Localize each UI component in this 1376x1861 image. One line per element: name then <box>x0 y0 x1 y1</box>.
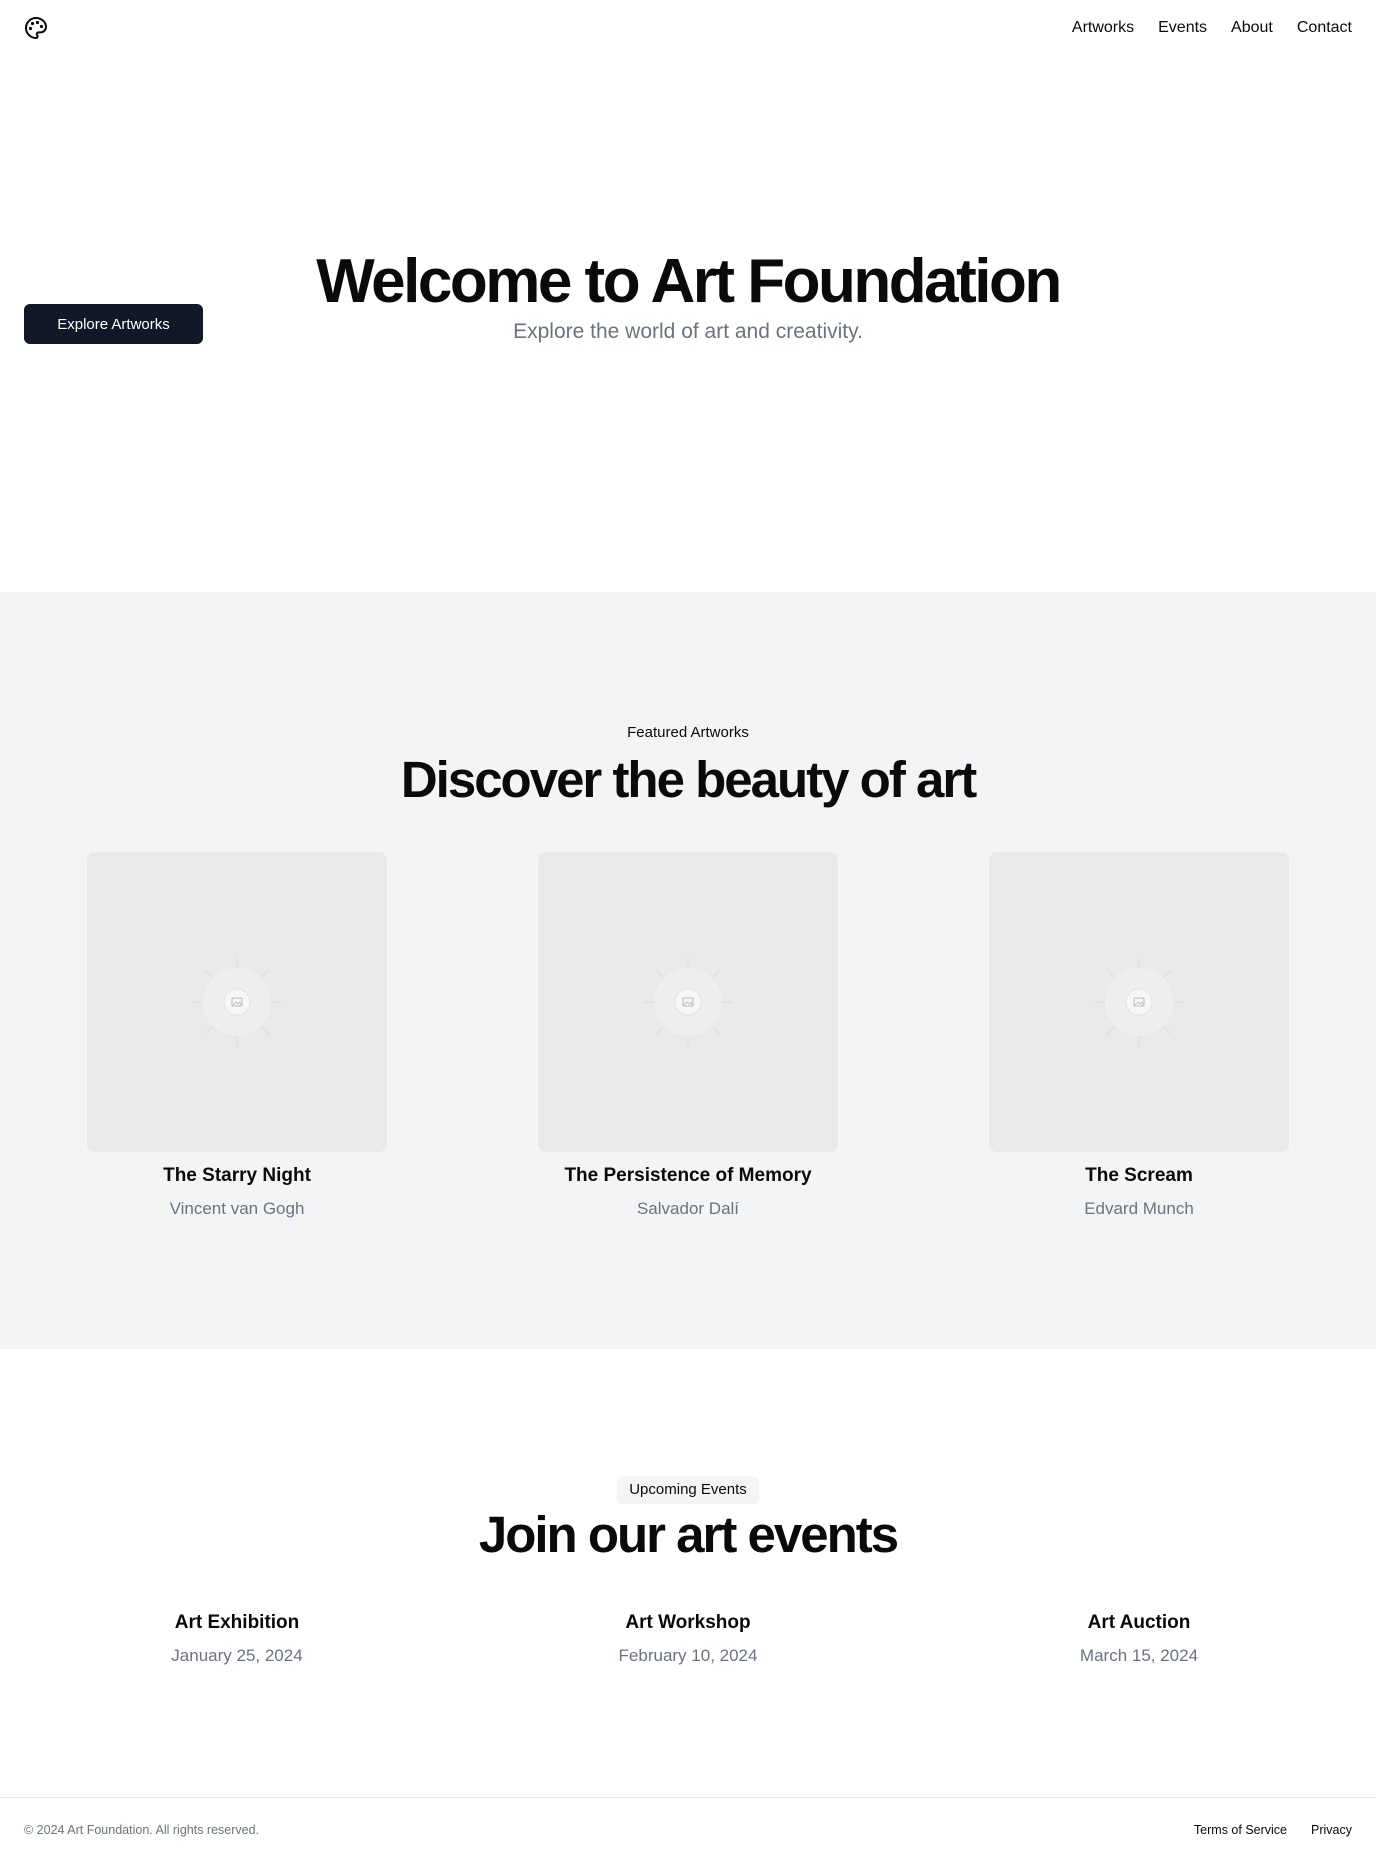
nav-artworks-link[interactable]: Artworks <box>1072 18 1134 38</box>
artwork-card[interactable]: The Persistence of Memory Salvador Dalí <box>538 852 838 1220</box>
artwork-artist: Vincent van Gogh <box>169 1199 305 1218</box>
event-date: March 15, 2024 <box>1079 1646 1199 1665</box>
image-placeholder-icon <box>87 852 387 1152</box>
event-title: Art Auction <box>1087 1612 1191 1633</box>
palette-icon[interactable] <box>24 16 48 40</box>
artwork-title: The Persistence of Memory <box>564 1165 812 1186</box>
featured-eyebrow: Featured Artworks <box>627 724 749 741</box>
event-item[interactable]: Art Auction March 15, 2024 <box>989 1611 1289 1667</box>
event-title: Art Exhibition <box>174 1612 300 1633</box>
explore-artworks-button[interactable]: Explore Artworks <box>24 304 203 344</box>
events-section: Upcoming Events Join our art events Art … <box>0 1349 1376 1797</box>
nav-about-link[interactable]: About <box>1231 18 1273 38</box>
nav-contact-link[interactable]: Contact <box>1297 18 1352 38</box>
event-title: Art Workshop <box>625 1612 751 1633</box>
artwork-title: The Starry Night <box>163 1165 311 1186</box>
artwork-artist: Edvard Munch <box>1084 1199 1194 1218</box>
nav-events-link[interactable]: Events <box>1158 18 1207 38</box>
artwork-card[interactable]: The Scream Edvard Munch <box>989 852 1289 1220</box>
privacy-link[interactable]: Privacy <box>1311 1822 1352 1838</box>
image-placeholder-icon <box>989 852 1289 1152</box>
events-badge: Upcoming Events <box>617 1476 759 1504</box>
featured-artworks-section: Featured Artworks Discover the beauty of… <box>0 592 1376 1349</box>
image-placeholder-icon <box>538 852 838 1152</box>
event-item[interactable]: Art Exhibition January 25, 2024 <box>87 1611 387 1667</box>
event-item[interactable]: Art Workshop February 10, 2024 <box>538 1611 838 1667</box>
artwork-artist: Salvador Dalí <box>636 1199 740 1218</box>
copyright-text: © 2024 Art Foundation. All rights reserv… <box>24 1823 260 1837</box>
hero-subtitle: Explore the world of art and creativity. <box>513 320 863 343</box>
site-header: Artworks Events About Contact <box>0 0 1376 56</box>
footer-links: Terms of Service Privacy <box>1194 1822 1352 1838</box>
main-nav: Artworks Events About Contact <box>1072 18 1352 38</box>
artwork-title: The Scream <box>1085 1165 1193 1186</box>
featured-title: Discover the beauty of art <box>400 751 977 808</box>
events-title: Join our art events <box>478 1506 899 1563</box>
site-footer: © 2024 Art Foundation. All rights reserv… <box>0 1797 1376 1861</box>
event-date: January 25, 2024 <box>171 1646 303 1665</box>
terms-of-service-link[interactable]: Terms of Service <box>1194 1822 1287 1838</box>
hero-section: Welcome to Art Foundation Explore the wo… <box>0 56 1376 592</box>
artwork-card[interactable]: The Starry Night Vincent van Gogh <box>87 852 387 1220</box>
event-date: February 10, 2024 <box>618 1646 758 1665</box>
hero-title: Welcome to Art Foundation <box>316 247 1062 316</box>
